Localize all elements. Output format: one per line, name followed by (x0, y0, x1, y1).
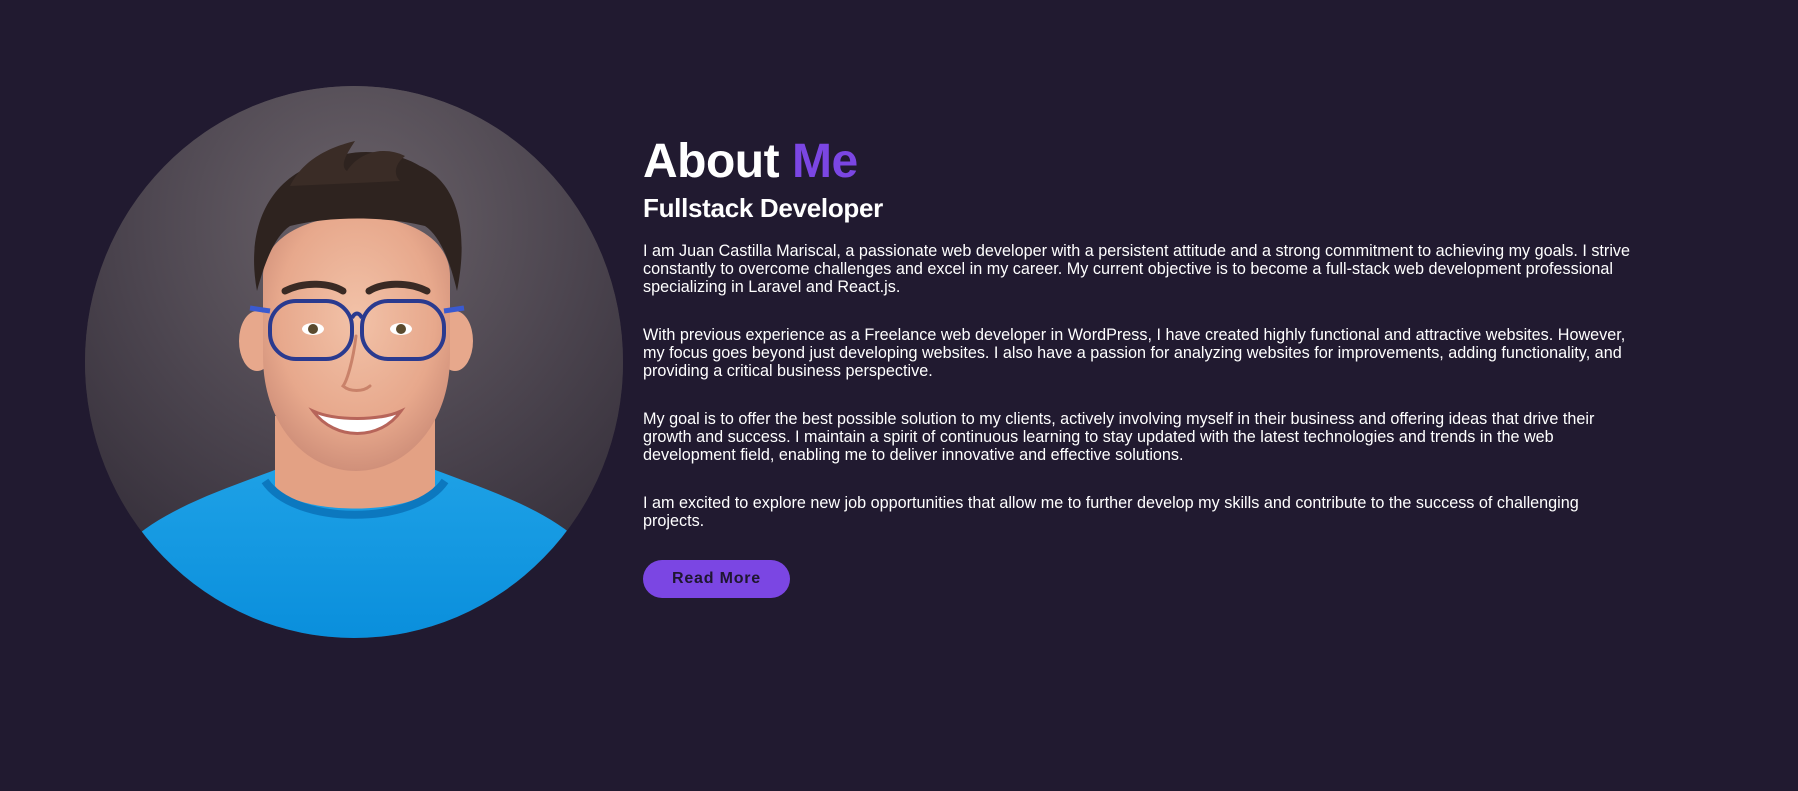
profile-photo-illustration (85, 86, 623, 638)
title-main: About (643, 135, 780, 188)
read-more-button[interactable]: Read More (643, 560, 790, 598)
about-section: About Me Fullstack Developer I am Juan C… (0, 0, 1798, 791)
profile-photo (85, 86, 623, 638)
page-title: About Me (643, 134, 1643, 190)
bio-paragraph-intro: I am Juan Castilla Mariscal, a passionat… (643, 242, 1631, 296)
title-accent: Me (791, 135, 858, 188)
bio-paragraph-experience: With previous experience as a Freelance … (643, 326, 1626, 380)
bio-paragraph-opportunities: I am excited to explore new job opportun… (643, 494, 1579, 530)
about-content: About Me Fullstack Developer I am Juan C… (643, 134, 1643, 598)
job-title: Fullstack Developer (643, 193, 883, 223)
bio-paragraph-goal: My goal is to offer the best possible so… (643, 410, 1595, 464)
